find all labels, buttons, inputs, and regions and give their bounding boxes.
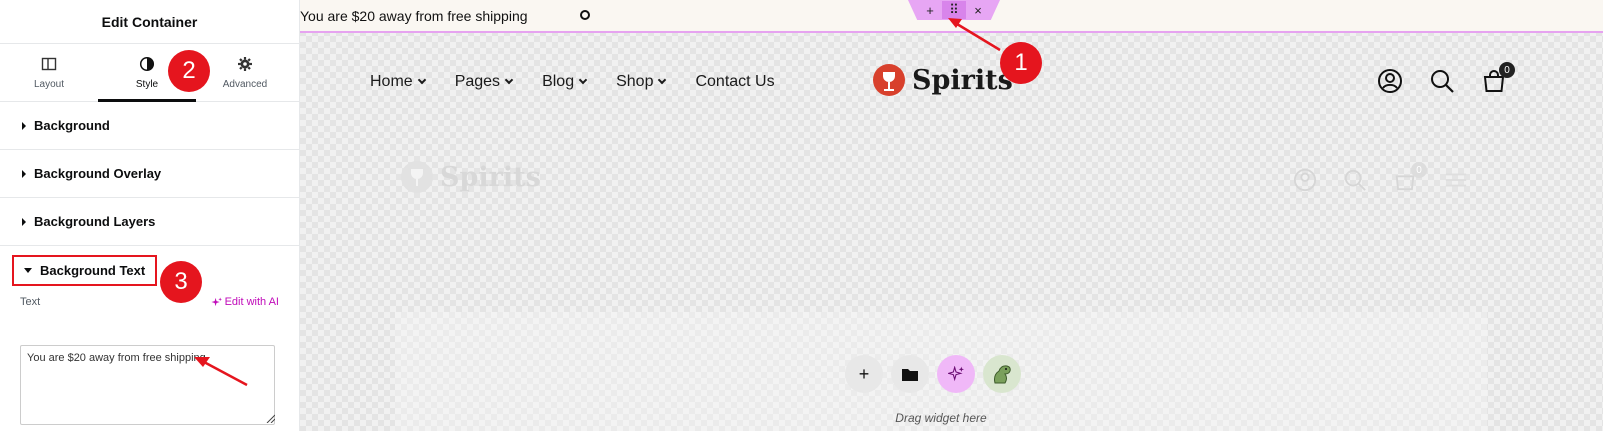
editor-screen: Edit Container Layout Style Advanced Bac… [0, 0, 1603, 431]
annotation-arrow-2 [194, 357, 248, 387]
